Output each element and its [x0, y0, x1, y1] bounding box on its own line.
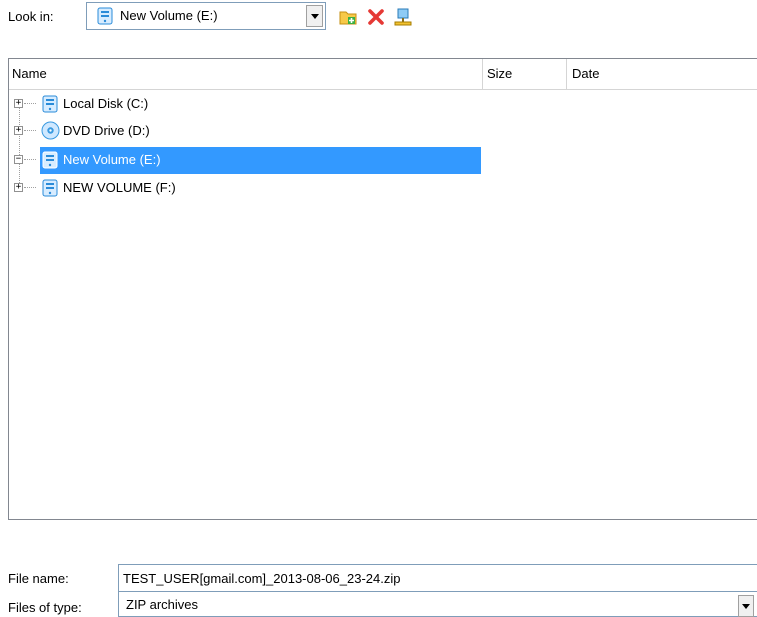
file-name-label: File name: — [8, 571, 69, 586]
chevron-down-icon — [310, 13, 319, 19]
look-in-dropdown-button[interactable] — [306, 5, 323, 27]
look-in-dropdown[interactable]: New Volume (E:) — [86, 2, 326, 30]
look-in-value: New Volume (E:) — [120, 8, 218, 23]
tree-item-label: NEW VOLUME (F:) — [63, 180, 176, 195]
drive-icon — [42, 95, 58, 116]
chevron-down-icon — [742, 603, 750, 609]
tree-item-new-volume-f[interactable]: + NEW VOLUME (F:) — [9, 175, 483, 202]
tree-item-label: DVD Drive (D:) — [63, 123, 150, 138]
delete-button[interactable] — [366, 7, 386, 27]
tree-item-label: New Volume (E:) — [63, 152, 161, 167]
look-in-label: Look in: — [8, 9, 54, 24]
new-folder-icon — [339, 11, 357, 25]
network-drive-button[interactable] — [393, 7, 413, 27]
delete-icon — [368, 9, 384, 25]
column-header-row: Name Size Date — [9, 59, 757, 90]
column-header-size[interactable]: Size — [483, 59, 567, 89]
tree-connector — [24, 103, 36, 104]
tree-item-dvd-drive-d[interactable]: + DVD Drive (D:) — [9, 118, 483, 145]
tree-connector — [24, 187, 36, 188]
drive-icon — [42, 151, 58, 172]
file-type-label: Files of type: — [8, 600, 82, 615]
expand-icon[interactable]: + — [14, 99, 23, 108]
expand-icon[interactable]: + — [14, 126, 23, 135]
file-type-dropdown-button[interactable] — [738, 595, 754, 617]
expand-icon[interactable]: + — [14, 183, 23, 192]
collapse-icon[interactable]: − — [14, 155, 23, 164]
tree-item-label: Local Disk (C:) — [63, 96, 149, 111]
column-header-name[interactable]: Name — [9, 59, 483, 89]
network-drive-icon — [394, 8, 412, 26]
tree-item-local-disk-c[interactable]: + Local Disk (C:) — [9, 91, 483, 118]
file-list-view[interactable]: Name Size Date + Local Disk (C:) + DVD D… — [8, 58, 757, 520]
file-type-value: ZIP archives — [126, 597, 199, 612]
tree-item-new-volume-e[interactable]: − New Volume (E:) — [9, 147, 483, 174]
drive-icon — [42, 179, 58, 200]
column-header-date[interactable]: Date — [567, 59, 757, 89]
tree-connector — [24, 130, 36, 131]
new-folder-button[interactable] — [338, 7, 358, 27]
file-name-input[interactable] — [118, 564, 757, 592]
file-type-dropdown[interactable]: ZIP archives — [118, 591, 757, 617]
dvd-icon — [41, 121, 60, 143]
drive-icon — [97, 7, 113, 28]
tree-connector — [24, 159, 36, 160]
